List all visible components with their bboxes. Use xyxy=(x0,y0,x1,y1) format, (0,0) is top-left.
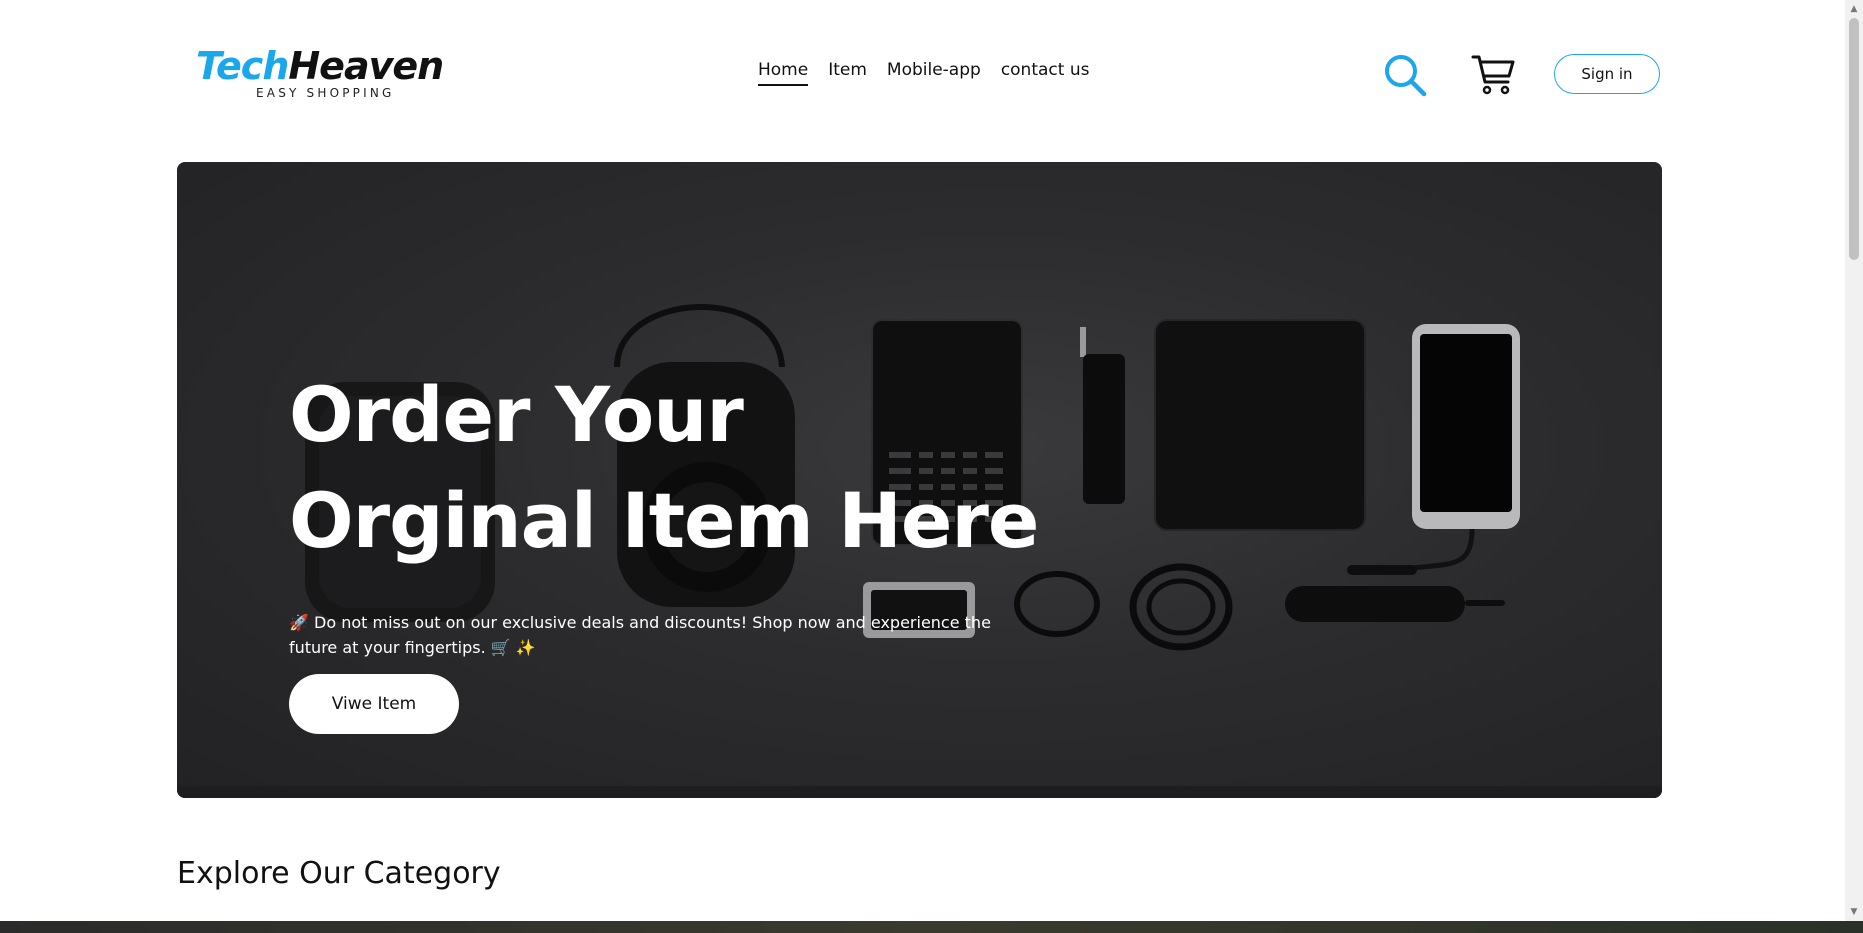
nav-item-mobile-app[interactable]: Mobile-app xyxy=(887,60,981,86)
search-icon[interactable] xyxy=(1382,52,1428,98)
sign-in-button[interactable]: Sign in xyxy=(1554,54,1660,94)
taskbar-edge xyxy=(0,921,1863,933)
hero-banner: Order Your Orginal Item Here 🚀 Do not mi… xyxy=(177,162,1662,798)
hero-title: Order Your Orginal Item Here xyxy=(289,370,1039,565)
nav-item-contact-us[interactable]: contact us xyxy=(1001,60,1090,86)
main-nav: Home Item Mobile-app contact us xyxy=(758,60,1089,86)
page: TechHeaven EASY SHOPPING Home Item Mobil… xyxy=(0,0,1845,921)
brand-logo[interactable]: TechHeaven EASY SHOPPING xyxy=(196,44,456,100)
brand-name: TechHeaven xyxy=(196,44,456,88)
scroll-down-arrow-icon[interactable]: ▼ xyxy=(1849,907,1859,917)
section-title-explore-category: Explore Our Category xyxy=(177,856,501,891)
cart-icon[interactable] xyxy=(1470,52,1516,98)
nav-item-home[interactable]: Home xyxy=(758,60,809,86)
scroll-up-arrow-icon[interactable]: ▲ xyxy=(1849,4,1859,14)
view-item-button[interactable]: Viwe Item xyxy=(289,674,459,734)
hero-subtitle: 🚀 Do not miss out on our exclusive deals… xyxy=(289,613,991,657)
nav-item-item[interactable]: Item xyxy=(828,60,867,86)
scroll-thumb[interactable] xyxy=(1849,18,1859,260)
brand-name-part1: Tech xyxy=(196,44,289,88)
brand-tagline: EASY SHOPPING xyxy=(256,86,395,100)
hero-bottom-shade xyxy=(177,786,1662,798)
vertical-scrollbar[interactable]: ▲ ▼ xyxy=(1845,0,1863,921)
brand-name-part2: Heaven xyxy=(288,44,444,88)
